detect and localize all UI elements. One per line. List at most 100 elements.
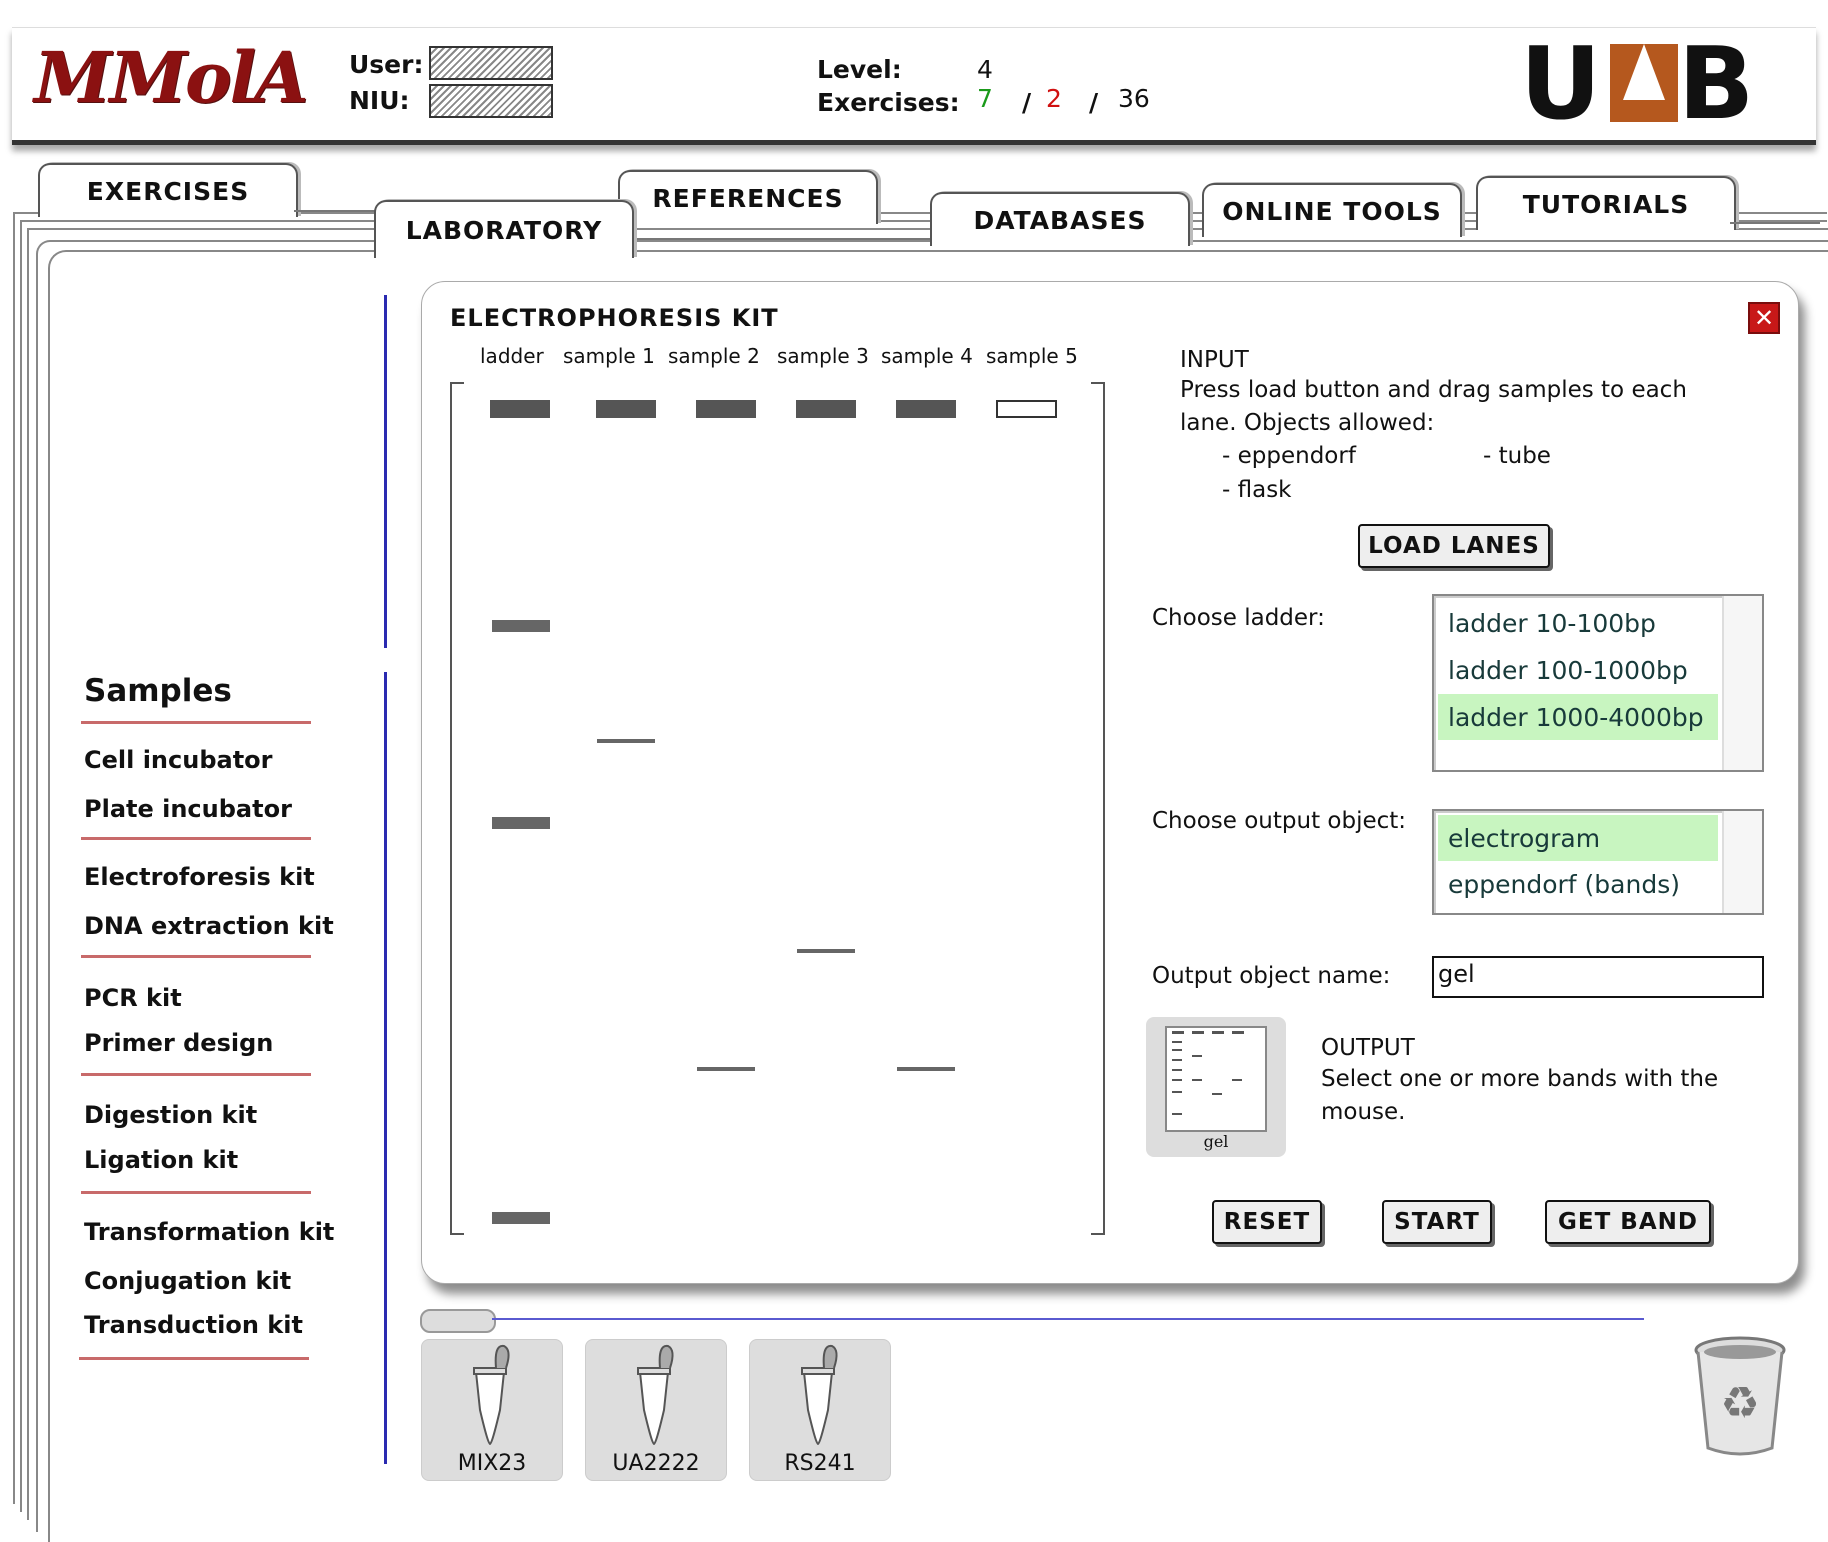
sidebar-item-conjugation-kit[interactable]: Conjugation kit <box>84 1267 291 1295</box>
sidebar-separator <box>81 955 311 958</box>
panel-title: ELECTROPHORESIS KIT <box>450 304 779 332</box>
gel-well-sample-5[interactable] <box>996 400 1057 418</box>
gel-bracket-left <box>450 382 464 1235</box>
choose-output-label: Choose output object: <box>1152 808 1407 834</box>
tab-online-tools[interactable]: ONLINE TOOLS <box>1202 183 1462 237</box>
allowed-object-eppendorf: - eppendorf <box>1222 443 1356 469</box>
ladder-option[interactable]: ladder 10-100bp <box>1438 600 1718 646</box>
output-name-input[interactable]: gel <box>1432 956 1764 998</box>
sidebar-separator <box>81 721 311 724</box>
tab-tutorials[interactable]: TUTORIALS <box>1476 176 1736 230</box>
tab-laboratory[interactable]: LABORATORY <box>374 200 634 258</box>
sidebar-separator <box>81 1073 311 1076</box>
gel-bracket-right <box>1091 382 1105 1235</box>
tab-databases[interactable]: DATABASES <box>930 192 1190 246</box>
exercises-separator: / <box>1089 88 1099 117</box>
sidebar-item-digestion-kit[interactable]: Digestion kit <box>84 1101 257 1129</box>
lane-label-sample-1: sample 1 <box>563 344 655 368</box>
gel-band-sample-3[interactable] <box>797 949 855 953</box>
sidebar-item-cell-incubator[interactable]: Cell incubator <box>84 746 273 774</box>
gel-band-sample-4[interactable] <box>897 1067 955 1071</box>
gel-band-ladder[interactable] <box>492 620 550 632</box>
get-band-button[interactable]: GET BAND <box>1545 1200 1711 1244</box>
ladder-listbox[interactable]: ladder 10-100bp ladder 100-1000bp ladder… <box>1432 594 1764 772</box>
user-field <box>429 46 553 80</box>
output-thumbnail-label: gel <box>1203 1132 1229 1151</box>
exercises-done: 7 <box>977 84 993 113</box>
user-label: User: <box>349 50 424 79</box>
recycle-bin-icon[interactable]: ♻ <box>1690 1330 1790 1460</box>
start-button[interactable]: START <box>1382 1200 1492 1244</box>
gel-well-ladder[interactable] <box>490 400 550 418</box>
lane-label-sample-3: sample 3 <box>777 344 869 368</box>
tab-exercises[interactable]: EXERCISES <box>38 163 298 217</box>
tray-item-rs241[interactable]: RS241 <box>749 1339 891 1481</box>
sidebar-item-plate-incubator[interactable]: Plate incubator <box>84 795 292 823</box>
output-instructions: Select one or more bands with the mouse. <box>1321 1066 1719 1125</box>
gel-band-sample-2[interactable] <box>697 1067 755 1071</box>
tab-divider <box>294 210 376 212</box>
sidebar-item-primer-design[interactable]: Primer design <box>84 1029 273 1057</box>
ladder-option[interactable]: ladder 100-1000bp <box>1438 647 1718 693</box>
load-lanes-button[interactable]: LOAD LANES <box>1358 524 1550 568</box>
tray-item-mix23[interactable]: MIX23 <box>421 1339 563 1481</box>
eppendorf-tube-icon <box>473 1344 510 1446</box>
input-heading: INPUT <box>1180 347 1249 373</box>
mmola-logo: MMolA <box>34 36 309 119</box>
output-option[interactable]: eppendorf (bands) <box>1438 861 1718 907</box>
sidebar-divider <box>384 295 387 648</box>
output-listbox[interactable]: electrogram eppendorf (bands) <box>1432 809 1764 915</box>
gel-well-sample-4[interactable] <box>896 400 956 418</box>
svg-text:♻: ♻ <box>1720 1378 1759 1429</box>
gel-band-ladder[interactable] <box>492 1212 550 1224</box>
exercises-separator: / <box>1022 88 1032 117</box>
sidebar-item-transformation-kit[interactable]: Transformation kit <box>84 1218 334 1246</box>
reset-button[interactable]: RESET <box>1212 1200 1322 1244</box>
sidebar-item-ligation-kit[interactable]: Ligation kit <box>84 1146 238 1174</box>
sidebar-divider <box>384 672 387 1464</box>
gel-well-sample-3[interactable] <box>796 400 856 418</box>
tray-item-label: MIX23 <box>457 1451 527 1476</box>
tab-references[interactable]: REFERENCES <box>618 170 878 224</box>
output-option-selected[interactable]: electrogram <box>1438 815 1718 861</box>
sidebar-item-transduction-kit[interactable]: Transduction kit <box>84 1311 303 1339</box>
sidebar-item-dna-extraction-kit[interactable]: DNA extraction kit <box>84 912 334 940</box>
tray-item-ua2222[interactable]: UA2222 <box>585 1339 727 1481</box>
allowed-object-flask: - flask <box>1222 477 1292 503</box>
uab-logo: U B <box>1520 25 1770 142</box>
sidebar-title: Samples <box>84 673 232 709</box>
tab-divider <box>1730 222 1820 224</box>
sidebar-item-electroforesis-kit[interactable]: Electroforesis kit <box>84 863 315 891</box>
input-instructions: Press load button and drag samples to ea… <box>1180 377 1687 436</box>
tray-scroll-track[interactable] <box>492 1318 1644 1320</box>
output-listbox-scrollbar[interactable] <box>1722 811 1762 913</box>
close-icon[interactable]: ✕ <box>1748 302 1780 334</box>
sidebar-separator <box>81 837 311 840</box>
output-gel-thumbnail[interactable]: gel <box>1146 1017 1286 1157</box>
ladder-option-selected[interactable]: ladder 1000-4000bp <box>1438 694 1718 740</box>
gel-band-ladder[interactable] <box>492 817 550 829</box>
output-name-label: Output object name: <box>1152 963 1391 989</box>
eppendorf-tube-icon <box>801 1344 838 1446</box>
svg-text:B: B <box>1678 30 1754 140</box>
sidebar-item-pcr-kit[interactable]: PCR kit <box>84 984 182 1012</box>
gel-well-sample-1[interactable] <box>596 400 656 418</box>
level-value: 4 <box>977 55 993 84</box>
ladder-listbox-scrollbar[interactable] <box>1722 596 1762 770</box>
lane-label-sample-2: sample 2 <box>668 344 760 368</box>
lane-label-ladder: ladder <box>480 344 544 368</box>
gel-well-sample-2[interactable] <box>696 400 756 418</box>
gel-band-sample-1[interactable] <box>597 739 655 743</box>
choose-ladder-label: Choose ladder: <box>1152 605 1325 631</box>
lane-label-sample-5: sample 5 <box>986 344 1078 368</box>
output-heading: OUTPUT <box>1321 1035 1415 1061</box>
svg-text:U: U <box>1520 30 1601 140</box>
niu-field <box>429 84 553 118</box>
exercises-total: 36 <box>1118 84 1150 113</box>
exercises-failed: 2 <box>1046 84 1062 113</box>
lane-label-sample-4: sample 4 <box>881 344 973 368</box>
exercises-label: Exercises: <box>817 88 960 117</box>
tray-item-label: RS241 <box>784 1451 856 1476</box>
tray-scroll-handle[interactable] <box>420 1309 496 1333</box>
level-label: Level: <box>817 55 902 84</box>
